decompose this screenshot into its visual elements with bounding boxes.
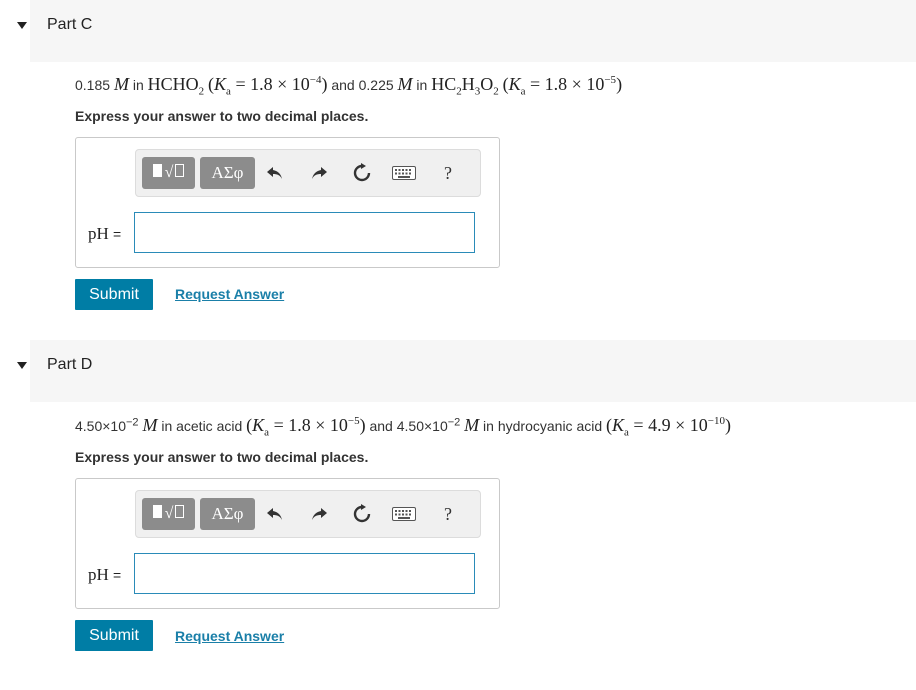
undo-icon[interactable]: [262, 500, 288, 528]
part-d-request-answer-link[interactable]: Request Answer: [175, 628, 284, 644]
templates-icon: √: [152, 164, 185, 182]
part-c-header[interactable]: [30, 0, 916, 62]
part-c-question: 0.185 M in HCHO2 (Ka = 1.8 × 10−4) and 0…: [75, 74, 623, 98]
part-c-title: Part C: [47, 16, 93, 33]
keyboard-icon[interactable]: [391, 500, 417, 528]
part-d-answer-box: √ ΑΣφ ? pH =: [75, 478, 500, 609]
greek-symbols-button[interactable]: ΑΣφ: [200, 498, 255, 530]
collapse-caret-icon[interactable]: [17, 362, 27, 369]
ph-label: pH =: [88, 224, 122, 243]
collapse-caret-icon[interactable]: [17, 22, 27, 29]
ph-label: pH =: [88, 565, 122, 584]
part-d-title: Part D: [47, 356, 93, 373]
part-d-instruction: Express your answer to two decimal place…: [75, 449, 369, 465]
part-c-instruction: Express your answer to two decimal place…: [75, 108, 369, 124]
greek-symbols-button[interactable]: ΑΣφ: [200, 157, 255, 189]
templates-button[interactable]: √: [142, 157, 195, 189]
templates-icon: √: [152, 505, 185, 523]
part-c-answer-box: √ ΑΣφ ? pH =: [75, 137, 500, 268]
help-icon[interactable]: ?: [435, 159, 461, 187]
math-toolbar: √ ΑΣφ ?: [135, 149, 481, 197]
part-c-submit-button[interactable]: Submit: [75, 279, 153, 310]
part-d-answer-input[interactable]: [134, 553, 475, 594]
help-icon[interactable]: ?: [435, 500, 461, 528]
part-d-question: 4.50×10−2 M in acetic acid (Ka = 1.8 × 1…: [75, 415, 731, 439]
part-c-request-answer-link[interactable]: Request Answer: [175, 286, 284, 302]
part-d-header[interactable]: [30, 340, 916, 402]
part-c-answer-input[interactable]: [134, 212, 475, 253]
undo-icon[interactable]: [262, 159, 288, 187]
part-d-submit-button[interactable]: Submit: [75, 620, 153, 651]
reset-icon[interactable]: [349, 500, 375, 528]
keyboard-icon[interactable]: [391, 159, 417, 187]
reset-icon[interactable]: [349, 159, 375, 187]
redo-icon[interactable]: [306, 500, 332, 528]
math-toolbar: √ ΑΣφ ?: [135, 490, 481, 538]
redo-icon[interactable]: [306, 159, 332, 187]
templates-button[interactable]: √: [142, 498, 195, 530]
